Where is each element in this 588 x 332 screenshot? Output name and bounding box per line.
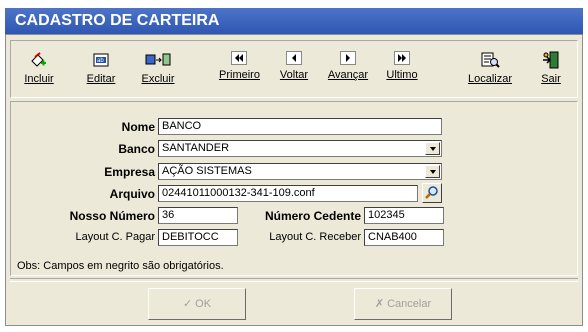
cancel-x-icon: ✗	[374, 298, 385, 311]
nome-label: Nome	[121, 120, 155, 134]
cancelar-button[interactable]: ✗ Cancelar	[354, 288, 452, 320]
numero-cedente-label: Número Cedente	[264, 209, 361, 223]
arquivo-input[interactable]: 02441011000132-341-109.conf	[158, 185, 418, 202]
search-record-icon	[481, 52, 500, 68]
sair-label: Sair	[541, 73, 561, 85]
toolbar: Incluir ab Editar Excluir Primeiro Volta…	[10, 40, 578, 98]
empresa-label: Empresa	[104, 165, 155, 179]
layout-receber-label: Layout C. Receber	[269, 231, 361, 243]
chevron-down-icon[interactable]	[425, 142, 440, 155]
ok-button[interactable]: ✓ OK	[148, 288, 246, 320]
editar-button[interactable]: ab Editar	[83, 45, 119, 95]
voltar-label: Voltar	[279, 69, 309, 81]
empresa-value: AÇÃO SISTEMAS	[162, 165, 252, 177]
localizar-button[interactable]: Localizar	[467, 45, 513, 95]
excluir-button[interactable]: Excluir	[137, 45, 179, 95]
avancar-label: Avançar	[327, 69, 369, 81]
empresa-select[interactable]: AÇÃO SISTEMAS	[158, 163, 442, 180]
banco-select[interactable]: SANTANDER	[158, 140, 442, 157]
first-record-icon	[231, 51, 247, 65]
nome-input[interactable]: BANCO	[158, 118, 442, 135]
chevron-down-icon[interactable]	[425, 165, 440, 178]
add-record-icon	[31, 52, 46, 67]
voltar-button[interactable]: Voltar	[277, 45, 311, 95]
incluir-label: Incluir	[24, 73, 54, 85]
edit-record-icon: ab	[93, 53, 109, 67]
primeiro-label: Primeiro	[219, 69, 260, 81]
check-icon: ✓	[182, 298, 193, 311]
ultimo-label: Ultimo	[386, 69, 418, 81]
next-record-icon	[340, 51, 356, 65]
ultimo-button[interactable]: Ultimo	[385, 45, 419, 95]
obs-note: Obs: Campos em negrito são obrigatórios.	[17, 260, 224, 272]
window-title: CADASTRO DE CARTEIRA	[5, 8, 583, 34]
sair-button[interactable]: Sair	[537, 45, 565, 95]
avancar-button[interactable]: Avançar	[325, 45, 371, 95]
banco-label: Banco	[118, 142, 155, 156]
arquivo-search-button[interactable]	[422, 183, 442, 203]
layout-pagar-label: Layout C. Pagar	[75, 231, 156, 243]
layout-receber-input[interactable]: CNAB400	[364, 229, 444, 246]
exit-door-icon	[543, 51, 559, 69]
magnifier-icon	[425, 186, 438, 199]
incluir-button[interactable]: Incluir	[21, 45, 57, 95]
localizar-label: Localizar	[467, 73, 513, 85]
ok-label: OK	[195, 298, 212, 310]
banco-value: SANTANDER	[162, 142, 230, 154]
nosso-numero-label: Nosso Número	[69, 209, 155, 223]
numero-cedente-input[interactable]: 102345	[364, 207, 444, 224]
previous-record-icon	[286, 51, 302, 65]
divider	[10, 278, 578, 282]
cancelar-label: Cancelar	[387, 298, 432, 310]
last-record-icon	[394, 51, 410, 65]
editar-label: Editar	[86, 73, 116, 85]
svg-text:ab: ab	[97, 58, 104, 64]
layout-pagar-input[interactable]: DEBITOCC	[158, 229, 238, 246]
form-panel: Nome BANCO Banco SANTANDER Empresa AÇÃO …	[10, 101, 578, 276]
excluir-label: Excluir	[141, 73, 175, 85]
primeiro-button[interactable]: Primeiro	[219, 45, 260, 95]
window-body: Incluir ab Editar Excluir Primeiro Volta…	[5, 34, 583, 326]
arquivo-label: Arquivo	[109, 187, 155, 201]
cadastro-window: CADASTRO DE CARTEIRA Incluir ab Editar E…	[0, 0, 588, 332]
delete-record-icon	[145, 53, 171, 66]
nosso-numero-input[interactable]: 36	[158, 207, 238, 224]
